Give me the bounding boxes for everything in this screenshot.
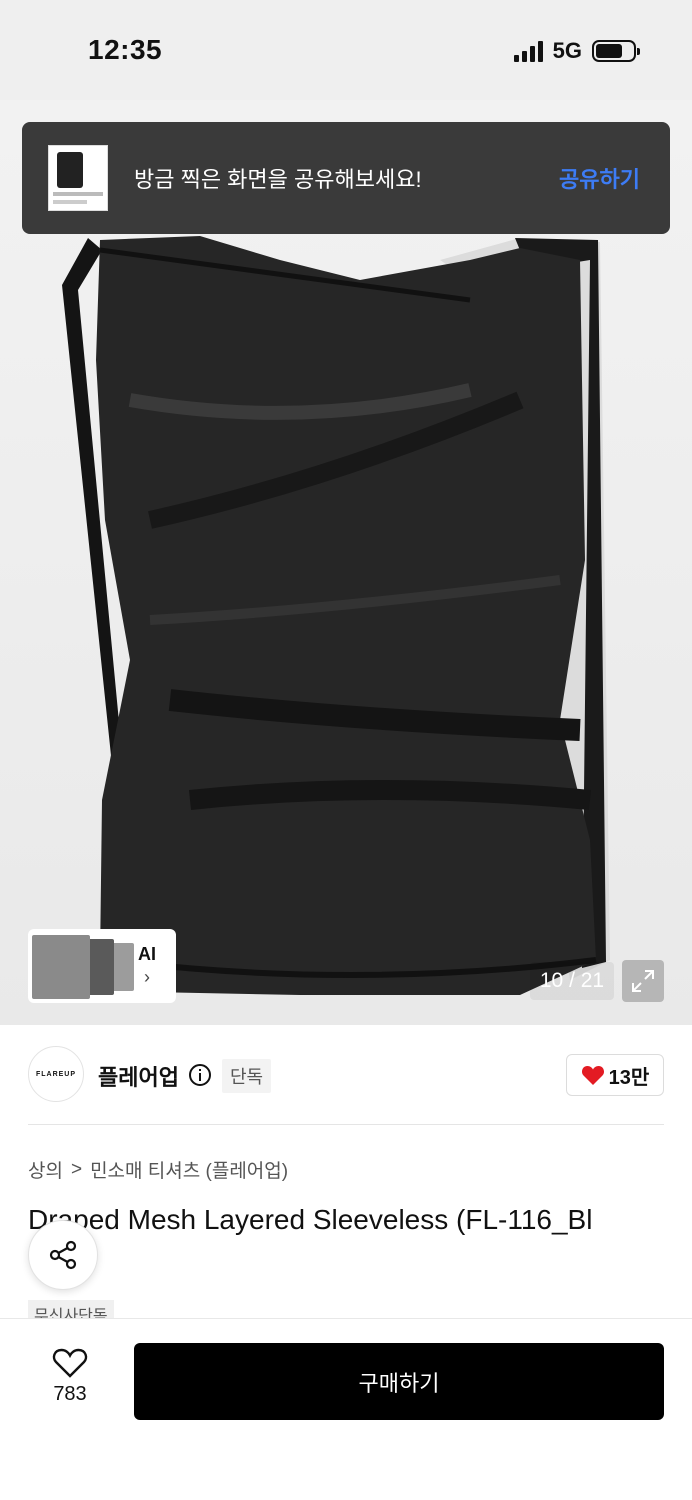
breadcrumb-category[interactable]: 상의 — [28, 1156, 63, 1183]
wishlist-count: 783 — [53, 1383, 87, 1405]
product-image[interactable] — [0, 100, 692, 1025]
status-bar: 12:35 5G — [0, 0, 692, 100]
buy-button[interactable]: 구매하기 — [134, 1343, 664, 1420]
garment-illustration — [62, 236, 610, 995]
chevron-right-icon: > — [70, 1158, 83, 1180]
divider — [28, 1124, 664, 1125]
chevron-right-icon: › — [144, 967, 150, 987]
expand-icon — [632, 970, 654, 992]
product-title: Draped Mesh Layered Sleeveless (FL-116_B… — [28, 1204, 593, 1235]
image-counter: 10 / 21 — [530, 962, 614, 1000]
thumbnail-stack — [30, 931, 134, 1001]
toast-share-button[interactable]: 공유하기 — [559, 162, 640, 194]
toast-message: 방금 찍은 화면을 공유해보세요! — [134, 167, 422, 192]
ai-thumbnails-button[interactable]: AI › — [28, 929, 176, 1003]
brand-like-button[interactable]: 13만 — [566, 1054, 664, 1096]
share-toast: 방금 찍은 화면을 공유해보세요! 공유하기 — [22, 122, 670, 234]
brand-name[interactable]: 플레어업 — [98, 1060, 179, 1092]
screenshot-thumbnail — [48, 145, 108, 211]
brand-like-count: 13만 — [608, 1066, 650, 1089]
heart-filled-icon — [581, 1066, 604, 1085]
battery-icon — [592, 40, 640, 62]
share-icon — [49, 1240, 77, 1270]
ai-label: AI — [138, 944, 156, 964]
breadcrumb: 상의 > 민소매 티셔츠 (플레어업) — [28, 1156, 288, 1183]
expand-button[interactable] — [622, 960, 664, 1002]
heart-outline-icon — [52, 1348, 88, 1378]
wishlist-button[interactable]: 783 — [40, 1347, 100, 1406]
status-icons: 5G — [513, 38, 640, 64]
brand-logo[interactable]: FLAREUP — [28, 1046, 84, 1102]
info-icon[interactable] — [188, 1063, 212, 1087]
breadcrumb-subcategory[interactable]: 민소매 티셔츠 (플레어업) — [90, 1156, 288, 1183]
signal-icon — [513, 40, 543, 62]
network-label: 5G — [552, 38, 582, 63]
status-time: 12:35 — [88, 34, 163, 65]
share-button[interactable] — [28, 1220, 98, 1290]
bottom-action-bar: 783 구매하기 — [0, 1318, 692, 1500]
brand-row: FLAREUP 플레어업 단독 13만 — [28, 1046, 664, 1106]
exclusive-badge: 단독 — [222, 1059, 272, 1093]
